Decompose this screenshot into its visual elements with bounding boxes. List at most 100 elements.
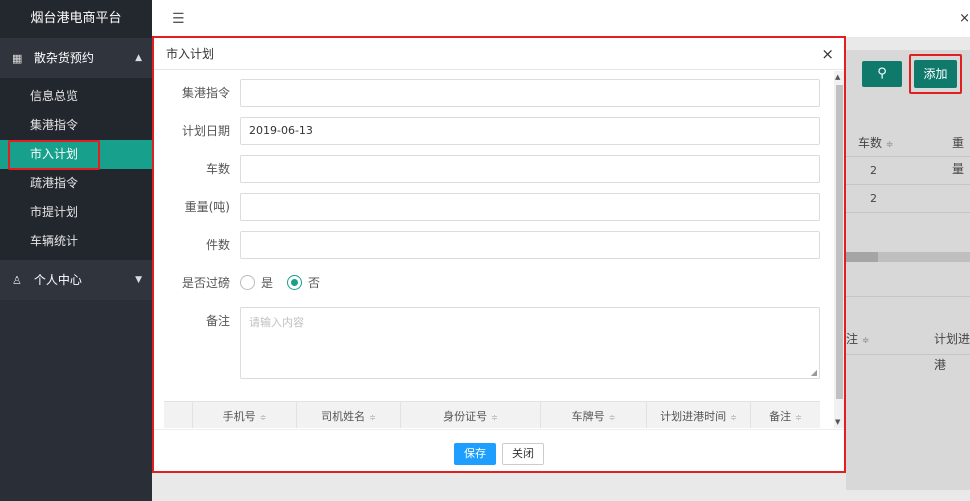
sidebar-item-overview[interactable]: 信息总览	[0, 82, 152, 111]
dialog-footer: 保存 关闭	[154, 429, 844, 471]
resize-grip-icon[interactable]: ◢	[811, 368, 817, 377]
sidebar-item-city-in-plan[interactable]: 市入计划	[0, 140, 152, 170]
search-button[interactable]: ⚲	[862, 61, 902, 87]
header-label: 备注	[769, 410, 792, 423]
column-header-plan-time[interactable]: 计划进港	[934, 326, 970, 372]
header-label: 车牌号	[571, 410, 605, 423]
sidebar-item-city-pickup-plan[interactable]: 市提计划	[0, 198, 152, 227]
add-button[interactable]: 添加	[914, 60, 957, 88]
car-count-input[interactable]	[240, 155, 820, 183]
dialog-title: 市入计划	[166, 47, 215, 61]
close-tab-icon[interactable]: ×	[959, 11, 970, 26]
form-row-car-count: 车数	[154, 155, 834, 183]
form-row-weight: 重量(吨)	[154, 193, 834, 221]
table-header-phone[interactable]: 手机号 ≑	[192, 402, 296, 428]
menu-group-bulk-booking[interactable]: ▦ 散杂货预约 ▲	[0, 38, 152, 78]
close-button[interactable]: 关闭	[502, 443, 544, 465]
sort-icon: ≑	[369, 413, 376, 422]
column-header-cars[interactable]: 车数 ≑	[858, 130, 893, 156]
plan-date-label: 计划日期	[181, 124, 230, 138]
header-label: 身份证号	[443, 410, 488, 423]
remark-textarea[interactable]: 请输入内容 ◢	[240, 307, 820, 379]
table-header-index	[164, 402, 192, 428]
weight-input[interactable]	[240, 193, 820, 221]
form-row-pieces: 件数	[154, 231, 834, 259]
table-cell: 2	[870, 192, 877, 205]
sort-icon: ≑	[795, 413, 802, 422]
scroll-up-icon[interactable]: ▲	[835, 73, 840, 81]
highlight-box	[8, 140, 100, 170]
header-label: 手机号	[222, 410, 256, 423]
table-header-plan-time[interactable]: 计划进港时间 ≑	[646, 402, 750, 428]
sidebar-item-vehicle-stats[interactable]: 车辆统计	[0, 227, 152, 256]
divider	[846, 184, 970, 185]
sidebar-item-gather-order[interactable]: 集港指令	[0, 111, 152, 140]
divider	[846, 296, 970, 297]
divider	[846, 354, 970, 355]
header-label: 计划进港时间	[660, 410, 727, 423]
sidebar-item-evacuation-order[interactable]: 疏港指令	[0, 169, 152, 198]
background-table-panel	[846, 50, 970, 490]
add-button-highlight: 添加	[909, 54, 962, 94]
column-header-remark[interactable]: 注 ≑	[846, 326, 869, 352]
table-header-driver-name[interactable]: 司机姓名 ≑	[296, 402, 400, 428]
weigh-yes-label[interactable]: 是	[261, 269, 273, 297]
remark-label: 备注	[205, 314, 230, 328]
form-row-remark: 备注 请输入内容 ◢	[154, 307, 834, 379]
pieces-input[interactable]	[240, 231, 820, 259]
close-icon[interactable]: ×	[821, 38, 834, 70]
form-row-plan-date: 计划日期 2019-06-13	[154, 117, 834, 145]
save-button[interactable]: 保存	[454, 443, 496, 465]
sort-icon: ≑	[259, 413, 267, 422]
scrollbar-thumb[interactable]	[836, 85, 843, 399]
car-count-label: 车数	[205, 162, 230, 176]
submenu: 信息总览 集港指令 市入计划 疏港指令 市提计划 车辆统计	[0, 78, 152, 260]
grid-icon: ▦	[12, 52, 23, 65]
table-header-id-number[interactable]: 身份证号 ≑	[400, 402, 540, 428]
gather-order-label: 集港指令	[181, 86, 230, 100]
city-in-plan-dialog: 市入计划 × 集港指令 计划日期 2019-06-13 车数 重量(吨) 件数 …	[152, 36, 846, 473]
weight-label: 重量(吨)	[184, 200, 230, 214]
sort-icon: ≑	[608, 413, 616, 422]
menu-group-label: 个人中心	[33, 273, 82, 287]
dialog-body: 集港指令 计划日期 2019-06-13 车数 重量(吨) 件数 是否过磅 是 …	[154, 71, 844, 428]
caret-up-icon: ▲	[135, 53, 142, 63]
gather-order-input[interactable]	[240, 79, 820, 107]
remark-placeholder: 请输入内容	[249, 316, 304, 329]
sidebar: 烟台港电商平台 ▦ 散杂货预约 ▲ 信息总览 集港指令 市入计划 疏港指令 市提…	[0, 0, 152, 501]
weigh-no-radio[interactable]	[287, 275, 302, 290]
scroll-down-icon[interactable]: ▼	[835, 418, 840, 426]
scrollbar-thumb[interactable]	[846, 252, 878, 262]
driver-table-header: 手机号 ≑ 司机姓名 ≑ 身份证号 ≑ 车牌号 ≑ 计划进港时间 ≑ 备注 ≑	[164, 401, 820, 428]
sort-icon: ≑	[885, 140, 894, 150]
search-icon: ⚲	[877, 66, 887, 81]
dialog-header: 市入计划 ×	[154, 38, 844, 70]
table-cell: 2	[870, 164, 877, 177]
sort-icon: ≑	[491, 413, 498, 422]
horizontal-scrollbar[interactable]	[846, 252, 970, 262]
weigh-yes-radio[interactable]	[240, 275, 255, 290]
brand-title: 烟台港电商平台	[0, 0, 152, 38]
menu-toggle-icon[interactable]: ☰	[172, 11, 185, 27]
plan-date-input[interactable]: 2019-06-13	[240, 117, 820, 145]
sort-icon: ≑	[730, 413, 737, 422]
weigh-no-label[interactable]: 否	[308, 269, 320, 297]
weigh-label: 是否过磅	[181, 276, 230, 290]
form-row-weigh: 是否过磅 是 否	[154, 269, 834, 297]
divider	[846, 156, 970, 157]
menu-group-label: 散杂货预约	[33, 51, 94, 65]
column-label: 车数	[858, 136, 883, 150]
caret-down-icon: ▼	[135, 275, 142, 285]
form-row-gather-order: 集港指令	[154, 79, 834, 107]
top-bar: ☰ ×	[152, 0, 970, 38]
divider	[846, 212, 970, 213]
menu-group-personal-center[interactable]: ♙ 个人中心 ▼	[0, 260, 152, 300]
vertical-scrollbar[interactable]: ▲ ▼	[834, 71, 844, 428]
column-header-weight[interactable]: 重量	[952, 130, 970, 176]
table-header-plate[interactable]: 车牌号 ≑	[540, 402, 646, 428]
column-label: 注	[846, 332, 859, 346]
header-label: 司机姓名	[321, 410, 366, 423]
table-header-remark[interactable]: 备注 ≑	[750, 402, 820, 428]
pieces-label: 件数	[205, 238, 230, 252]
sort-icon: ≑	[861, 336, 870, 346]
